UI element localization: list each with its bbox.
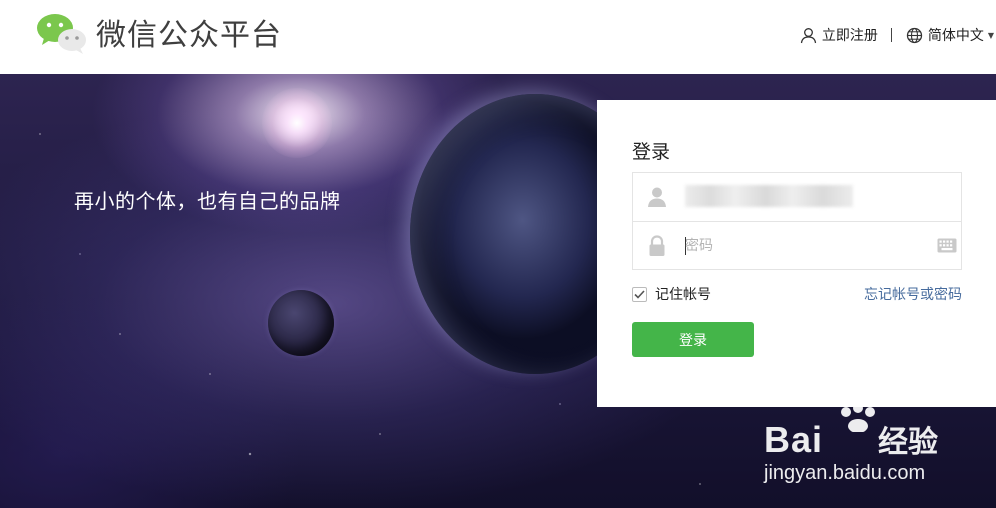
forgot-password-link[interactable]: 忘记帐号或密码 bbox=[864, 284, 962, 304]
slogan-text: 再小的个体，也有自己的品牌 bbox=[74, 189, 341, 213]
language-label: 简体中文 bbox=[927, 28, 984, 44]
password-field[interactable] bbox=[633, 221, 961, 269]
header-right-nav: 立即注册 简体中文 ▼ bbox=[800, 24, 996, 46]
watermark-brand: Bai bbox=[764, 419, 824, 460]
login-panel: 登录 记住帐号 忘记帐号或密码 登录 bbox=[597, 100, 996, 407]
checkmark-icon bbox=[634, 289, 645, 299]
top-header: 微信公众平台 立即注册 简体中文 ▼ bbox=[0, 0, 996, 74]
account-field[interactable] bbox=[633, 173, 961, 221]
keyboard-icon[interactable] bbox=[937, 238, 957, 253]
lock-icon bbox=[649, 235, 665, 256]
baidu-jingyan-watermark: Bai 经验 jingyan.baidu.com bbox=[760, 403, 950, 494]
remember-checkbox[interactable] bbox=[632, 286, 647, 302]
language-selector[interactable]: 简体中文 ▼ bbox=[906, 25, 996, 45]
remember-label: 记住帐号 bbox=[655, 287, 711, 303]
logo-text[interactable]: 微信公众平台 bbox=[96, 16, 282, 56]
login-fields bbox=[632, 172, 962, 270]
header-divider bbox=[890, 28, 892, 42]
login-button[interactable]: 登录 bbox=[632, 322, 754, 357]
light-flare bbox=[262, 88, 332, 158]
watermark-url: jingyan.baidu.com bbox=[764, 462, 926, 484]
register-label: 立即注册 bbox=[821, 28, 878, 44]
globe-icon bbox=[906, 27, 922, 43]
user-icon bbox=[800, 27, 816, 43]
password-input[interactable] bbox=[685, 234, 925, 258]
account-input-blurred[interactable] bbox=[685, 185, 853, 207]
user-icon bbox=[648, 187, 666, 207]
chevron-down-icon: ▼ bbox=[987, 30, 994, 40]
remember-account[interactable]: 记住帐号 bbox=[632, 284, 711, 304]
paw-icon bbox=[841, 403, 875, 432]
login-title: 登录 bbox=[632, 141, 671, 163]
wechat-logo-icon[interactable] bbox=[36, 13, 88, 55]
watermark-jingyan: 经验 bbox=[878, 425, 938, 460]
register-link[interactable]: 立即注册 bbox=[800, 25, 878, 45]
planet-small-image bbox=[268, 290, 334, 356]
